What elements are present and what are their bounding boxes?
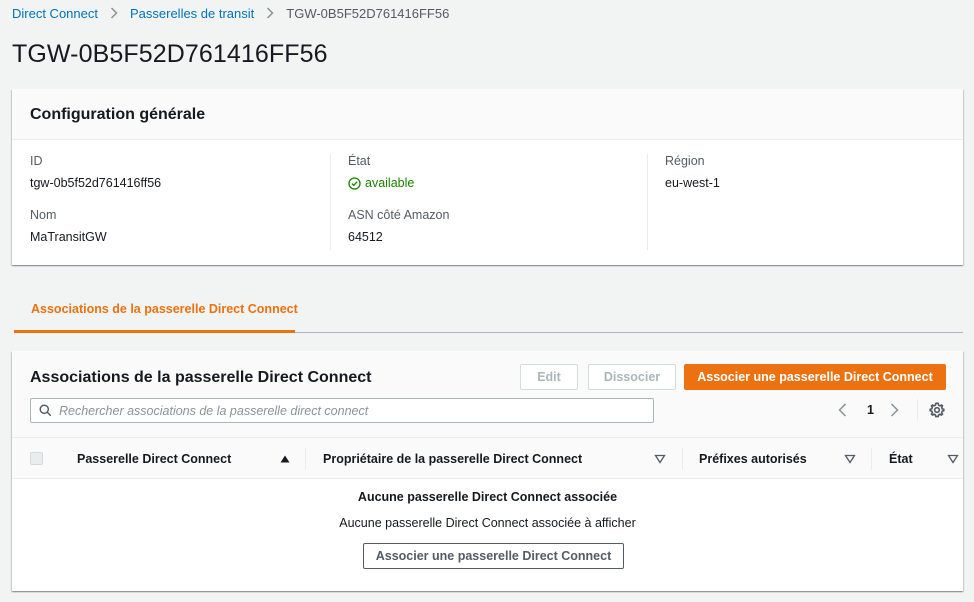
asn-label: ASN côté Amazon	[348, 208, 450, 222]
sort-descending-icon[interactable]	[947, 453, 959, 465]
details-column-1: ID tgw-0b5f52d761416ff56 Nom MaTransitGW	[30, 154, 330, 250]
associations-title: Associations de la passerelle Direct Con…	[30, 369, 372, 386]
column-header-allowed-prefixes[interactable]: Préfixes autorisés	[699, 438, 807, 479]
edit-button[interactable]: Edit	[520, 364, 578, 390]
column-divider	[871, 448, 872, 470]
chevron-left-icon[interactable]	[838, 401, 847, 419]
search-input[interactable]	[59, 403, 639, 418]
check-circle-icon	[348, 176, 361, 190]
details-column-3: Région eu-west-1	[647, 154, 963, 250]
search-icon	[39, 404, 52, 417]
asn-field: ASN côté Amazon 64512	[348, 208, 648, 244]
general-configuration-header: Configuration générale	[12, 89, 963, 140]
column-divider	[305, 448, 306, 470]
id-field: ID tgw-0b5f52d761416ff56	[30, 154, 330, 190]
general-configuration-panel: Configuration générale ID tgw-0b5f52d761…	[12, 89, 963, 265]
empty-state-associate-button[interactable]: Associer une passerelle Direct Connect	[363, 543, 624, 569]
tab-direct-connect-gateway-associations[interactable]: Associations de la passerelle Direct Con…	[14, 290, 298, 333]
details-column-2: État available ASN côté Amazon 64512	[330, 154, 648, 250]
associations-panel: Associations de la passerelle Direct Con…	[12, 351, 963, 591]
sort-descending-icon[interactable]	[654, 453, 666, 465]
breadcrumb: Direct Connect Passerelles de transit TG…	[12, 5, 449, 21]
chevron-right-icon	[266, 7, 274, 19]
state-status: available	[348, 176, 648, 190]
search-box	[30, 398, 654, 423]
id-value: tgw-0b5f52d761416ff56	[30, 176, 162, 190]
empty-state-title: Aucune passerelle Direct Connect associé…	[357, 490, 618, 504]
table-header: Passerelle Direct Connect Propriétaire d…	[12, 437, 963, 479]
tab-bar: Associations de la passerelle Direct Con…	[14, 290, 963, 333]
breadcrumb-link-transit-gateways[interactable]: Passerelles de transit	[130, 6, 254, 21]
general-configuration-details: ID tgw-0b5f52d761416ff56 Nom MaTransitGW…	[12, 140, 963, 264]
select-all-checkbox[interactable]	[30, 452, 43, 465]
breadcrumb-link-direct-connect[interactable]: Direct Connect	[12, 6, 98, 21]
sort-ascending-icon[interactable]	[279, 453, 291, 465]
sort-descending-icon[interactable]	[844, 453, 856, 465]
region-field: Région eu-west-1	[665, 154, 963, 190]
chevron-right-icon	[110, 7, 118, 19]
region-label: Région	[665, 154, 705, 168]
asn-value: 64512	[348, 230, 383, 244]
id-label: ID	[30, 154, 43, 168]
column-divider	[682, 448, 683, 470]
page-title: TGW-0B5F52D761416FF56	[12, 40, 328, 68]
pager-divider	[917, 399, 918, 421]
breadcrumb-current: TGW-0B5F52D761416FF56	[286, 5, 450, 21]
gear-icon[interactable]	[929, 402, 945, 418]
current-page-number[interactable]: 1	[867, 401, 874, 419]
general-configuration-title: Configuration générale	[30, 106, 206, 123]
column-header-state[interactable]: État	[889, 438, 913, 479]
column-header-owner[interactable]: Propriétaire de la passerelle Direct Con…	[323, 438, 582, 479]
column-header-gateway[interactable]: Passerelle Direct Connect	[77, 438, 231, 479]
state-field: État available	[348, 154, 648, 190]
chevron-right-icon[interactable]	[890, 401, 899, 419]
associate-gateway-button[interactable]: Associer une passerelle Direct Connect	[684, 364, 946, 390]
dissociate-button[interactable]: Dissocier	[588, 364, 676, 390]
empty-state-description: Aucune passerelle Direct Connect associé…	[339, 516, 636, 530]
name-field: Nom MaTransitGW	[30, 208, 330, 244]
associations-header: Associations de la passerelle Direct Con…	[12, 351, 963, 437]
state-label: État	[348, 154, 371, 168]
name-value: MaTransitGW	[30, 230, 107, 244]
state-value: available	[365, 176, 415, 190]
region-value: eu-west-1	[665, 176, 720, 190]
name-label: Nom	[30, 208, 57, 222]
